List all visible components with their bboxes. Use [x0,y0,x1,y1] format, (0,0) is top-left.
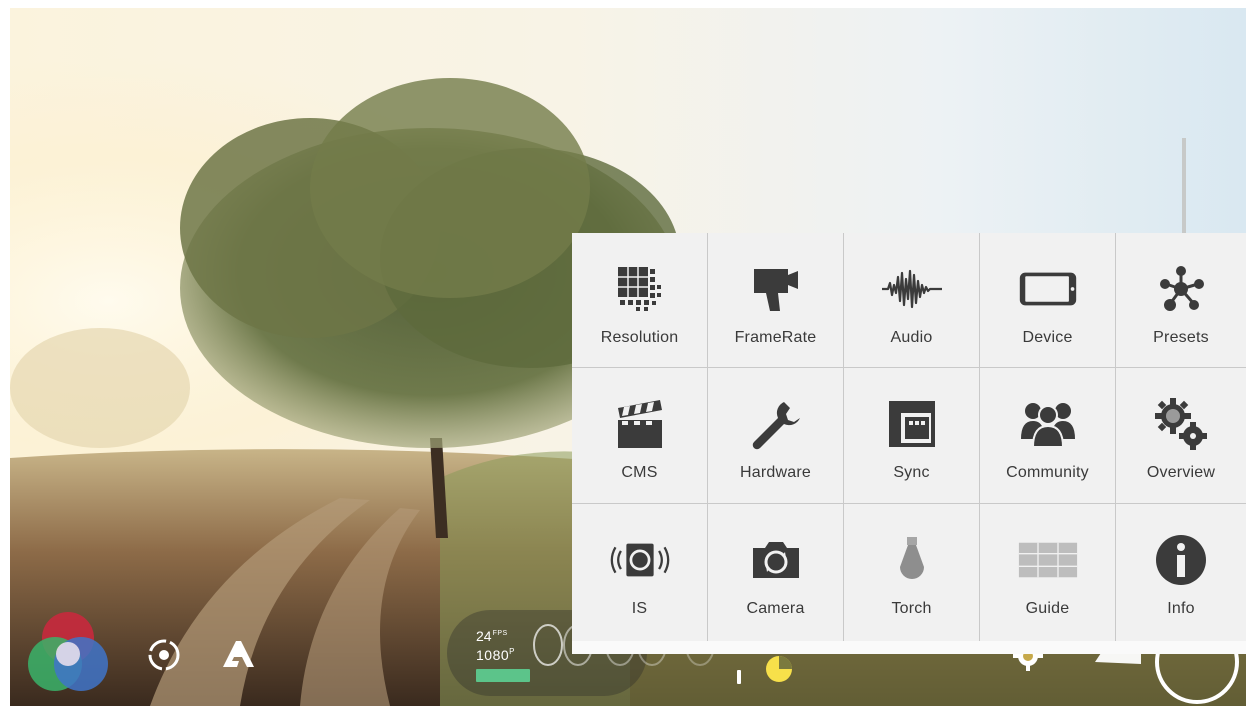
menu-item-framerate[interactable]: FrameRate [708,233,844,368]
menu-item-label: Sync [893,464,930,481]
exposure-pie-icon [766,656,792,682]
phone-landscape-icon [1018,263,1078,315]
resolution-grid-icon [610,263,670,315]
auto-a-icon [223,641,254,667]
settings-grid: Resolution FrameRate Audio Device Preset… [572,233,1246,641]
menu-item-label: Torch [891,600,932,617]
menu-item-label: Audio [890,329,933,346]
menu-item-label: IS [631,600,648,617]
menu-item-label: Overview [1146,464,1216,481]
exposure-tick [737,670,741,684]
menu-item-label: Camera [746,600,805,617]
storage-bar [476,669,530,682]
menu-item-torch[interactable]: Torch [844,504,980,641]
menu-item-audio[interactable]: Audio [844,233,980,368]
app-screen: 24FPS 1080P Resolution FrameRate Audio D… [0,0,1246,706]
auto-mode-button[interactable] [218,634,258,674]
stabilization-icon [610,534,670,586]
menu-item-label: Presets [1153,329,1209,346]
menu-item-info[interactable]: Info [1116,504,1246,641]
menu-item-community[interactable]: Community [980,368,1116,504]
guide-grid-icon [1018,534,1078,586]
menu-item-label: Community [1006,464,1089,481]
film-camera-icon [746,263,806,315]
wrench-icon [746,398,806,450]
sync-panel-icon [882,398,942,450]
settings-menu: Resolution FrameRate Audio Device Preset… [572,233,1246,654]
people-group-icon [1018,398,1078,450]
menu-item-presets[interactable]: Presets [1116,233,1246,368]
menu-item-label: CMS [621,464,658,481]
menu-item-cms[interactable]: CMS [572,368,708,504]
menu-item-label: Info [1167,600,1195,617]
menu-item-is[interactable]: IS [572,504,708,641]
menu-item-hardware[interactable]: Hardware [708,368,844,504]
menu-item-label: FrameRate [734,329,817,346]
waveform-icon [881,263,942,315]
menu-item-camera[interactable]: Camera [708,504,844,641]
focus-button[interactable] [145,636,183,674]
menu-item-device[interactable]: Device [980,233,1116,368]
menu-item-label: Device [1022,329,1073,346]
resolution-readout: 1080P [476,647,515,663]
clapperboard-icon [610,398,670,450]
menu-item-sync[interactable]: Sync [844,368,980,504]
menu-footer [572,641,1246,654]
gears-icon [1151,398,1211,450]
bulb-icon [882,534,942,586]
focus-target-icon [148,639,180,671]
menu-item-label: Resolution [600,329,679,346]
menu-item-resolution[interactable]: Resolution [572,233,708,368]
menu-item-overview[interactable]: Overview [1116,368,1246,504]
molecule-icon [1151,263,1211,315]
info-icon [1151,534,1211,586]
camera-switch-icon [746,534,806,586]
rgb-color-wheel-icon[interactable] [28,612,108,694]
menu-item-guide[interactable]: Guide [980,504,1116,641]
frame-rate-readout: 24FPS [476,628,508,644]
menu-item-label: Hardware [740,464,811,481]
menu-item-label: Guide [1025,600,1070,617]
